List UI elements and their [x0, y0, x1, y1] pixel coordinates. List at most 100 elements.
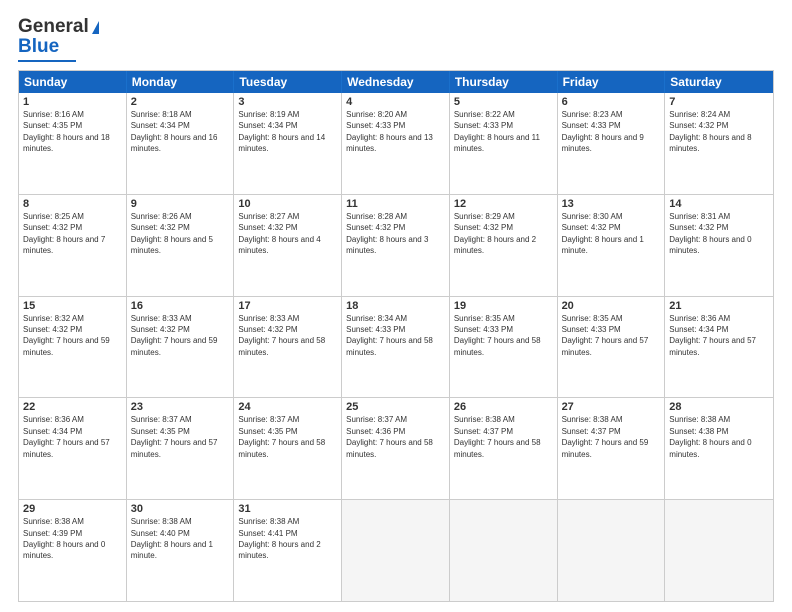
cell-text: Sunrise: 8:30 AMSunset: 4:32 PMDaylight:…	[562, 212, 644, 255]
day-header-wednesday: Wednesday	[342, 71, 450, 93]
day-number: 10	[238, 198, 337, 210]
cal-cell	[342, 500, 450, 601]
cal-cell	[450, 500, 558, 601]
calendar: SundayMondayTuesdayWednesdayThursdayFrid…	[18, 70, 774, 602]
cell-text: Sunrise: 8:33 AMSunset: 4:32 PMDaylight:…	[131, 314, 218, 357]
cal-cell: 23 Sunrise: 8:37 AMSunset: 4:35 PMDayligh…	[127, 398, 235, 499]
day-number: 6	[562, 96, 661, 108]
week-row-1: 1 Sunrise: 8:16 AMSunset: 4:35 PMDaylight…	[19, 93, 773, 194]
cell-text: Sunrise: 8:28 AMSunset: 4:32 PMDaylight:…	[346, 212, 428, 255]
cell-text: Sunrise: 8:35 AMSunset: 4:33 PMDaylight:…	[454, 314, 541, 357]
cal-cell: 29Sunrise: 8:38 AMSunset: 4:39 PMDayligh…	[19, 500, 127, 601]
cal-cell: 16 Sunrise: 8:33 AMSunset: 4:32 PMDayligh…	[127, 297, 235, 398]
cal-cell: 3 Sunrise: 8:19 AMSunset: 4:34 PMDaylight…	[234, 93, 342, 194]
cell-text: Sunrise: 8:38 AMSunset: 4:37 PMDaylight:…	[454, 415, 541, 458]
day-number: 16	[131, 300, 230, 312]
cell-text: Sunrise: 8:27 AMSunset: 4:32 PMDaylight:…	[238, 212, 320, 255]
day-number: 2	[131, 96, 230, 108]
cal-cell: 17 Sunrise: 8:33 AMSunset: 4:32 PMDayligh…	[234, 297, 342, 398]
cell-text: Sunrise: 8:38 AMSunset: 4:37 PMDaylight:…	[562, 415, 649, 458]
logo-underline	[18, 60, 76, 62]
week-row-4: 22 Sunrise: 8:36 AMSunset: 4:34 PMDayligh…	[19, 397, 773, 499]
day-number: 30	[131, 503, 230, 515]
logo-triangle-icon	[92, 21, 99, 34]
day-number: 4	[346, 96, 445, 108]
cal-cell: 21 Sunrise: 8:36 AMSunset: 4:34 PMDayligh…	[665, 297, 773, 398]
cell-text: Sunrise: 8:23 AMSunset: 4:33 PMDaylight:…	[562, 110, 644, 153]
cal-cell	[665, 500, 773, 601]
cell-text: Sunrise: 8:36 AMSunset: 4:34 PMDaylight:…	[23, 415, 110, 458]
day-number: 26	[454, 401, 553, 413]
day-number: 12	[454, 198, 553, 210]
cal-cell: 5 Sunrise: 8:22 AMSunset: 4:33 PMDaylight…	[450, 93, 558, 194]
day-number: 23	[131, 401, 230, 413]
cal-cell: 24 Sunrise: 8:37 AMSunset: 4:35 PMDayligh…	[234, 398, 342, 499]
week-row-2: 8Sunrise: 8:25 AMSunset: 4:32 PMDaylight…	[19, 194, 773, 296]
week-row-5: 29Sunrise: 8:38 AMSunset: 4:39 PMDayligh…	[19, 499, 773, 601]
cell-text: Sunrise: 8:32 AMSunset: 4:32 PMDaylight:…	[23, 314, 110, 357]
cell-text: Sunrise: 8:37 AMSunset: 4:35 PMDaylight:…	[131, 415, 218, 458]
cell-text: Sunrise: 8:31 AMSunset: 4:32 PMDaylight:…	[669, 212, 751, 255]
day-header-thursday: Thursday	[450, 71, 558, 93]
cell-text: Sunrise: 8:33 AMSunset: 4:32 PMDaylight:…	[238, 314, 325, 357]
day-number: 8	[23, 198, 122, 210]
page: General Blue SundayMondayTuesdayWednesda…	[0, 0, 792, 612]
cal-cell: 26 Sunrise: 8:38 AMSunset: 4:37 PMDayligh…	[450, 398, 558, 499]
cell-text: Sunrise: 8:36 AMSunset: 4:34 PMDaylight:…	[669, 314, 756, 357]
day-number: 31	[238, 503, 337, 515]
cell-text: Sunrise: 8:38 AMSunset: 4:41 PMDaylight:…	[238, 517, 320, 560]
cal-cell: 28 Sunrise: 8:38 AMSunset: 4:38 PMDayligh…	[665, 398, 773, 499]
day-number: 7	[669, 96, 769, 108]
cal-cell: 10 Sunrise: 8:27 AMSunset: 4:32 PMDayligh…	[234, 195, 342, 296]
day-number: 18	[346, 300, 445, 312]
cal-cell	[558, 500, 666, 601]
day-number: 5	[454, 96, 553, 108]
calendar-header: SundayMondayTuesdayWednesdayThursdayFrid…	[19, 71, 773, 93]
day-header-friday: Friday	[558, 71, 666, 93]
cell-text: Sunrise: 8:16 AMSunset: 4:35 PMDaylight:…	[23, 110, 110, 153]
cal-cell: 11Sunrise: 8:28 AMSunset: 4:32 PMDayligh…	[342, 195, 450, 296]
day-header-monday: Monday	[127, 71, 235, 93]
cell-text: Sunrise: 8:18 AMSunset: 4:34 PMDaylight:…	[131, 110, 218, 153]
cal-cell: 25Sunrise: 8:37 AMSunset: 4:36 PMDayligh…	[342, 398, 450, 499]
logo-blue: Blue	[18, 36, 59, 58]
day-number: 24	[238, 401, 337, 413]
day-number: 13	[562, 198, 661, 210]
cal-cell: 2 Sunrise: 8:18 AMSunset: 4:34 PMDaylight…	[127, 93, 235, 194]
calendar-body: 1 Sunrise: 8:16 AMSunset: 4:35 PMDaylight…	[19, 93, 773, 601]
day-number: 22	[23, 401, 122, 413]
day-number: 15	[23, 300, 122, 312]
cell-text: Sunrise: 8:22 AMSunset: 4:33 PMDaylight:…	[454, 110, 540, 153]
cal-cell: 30Sunrise: 8:38 AMSunset: 4:40 PMDayligh…	[127, 500, 235, 601]
logo: General Blue	[18, 16, 99, 62]
cal-cell: 7 Sunrise: 8:24 AMSunset: 4:32 PMDaylight…	[665, 93, 773, 194]
cal-cell: 31 Sunrise: 8:38 AMSunset: 4:41 PMDayligh…	[234, 500, 342, 601]
cell-text: Sunrise: 8:24 AMSunset: 4:32 PMDaylight:…	[669, 110, 751, 153]
day-number: 3	[238, 96, 337, 108]
day-number: 25	[346, 401, 445, 413]
day-header-tuesday: Tuesday	[234, 71, 342, 93]
cal-cell: 15 Sunrise: 8:32 AMSunset: 4:32 PMDayligh…	[19, 297, 127, 398]
day-number: 17	[238, 300, 337, 312]
logo-general: General	[18, 16, 89, 38]
day-number: 19	[454, 300, 553, 312]
day-number: 20	[562, 300, 661, 312]
cell-text: Sunrise: 8:19 AMSunset: 4:34 PMDaylight:…	[238, 110, 325, 153]
cal-cell: 20 Sunrise: 8:35 AMSunset: 4:33 PMDayligh…	[558, 297, 666, 398]
cal-cell: 6 Sunrise: 8:23 AMSunset: 4:33 PMDaylight…	[558, 93, 666, 194]
cell-text: Sunrise: 8:38 AMSunset: 4:38 PMDaylight:…	[669, 415, 751, 458]
cal-cell: 19 Sunrise: 8:35 AMSunset: 4:33 PMDayligh…	[450, 297, 558, 398]
cell-text: Sunrise: 8:20 AMSunset: 4:33 PMDaylight:…	[346, 110, 433, 153]
cal-cell: 12 Sunrise: 8:29 AMSunset: 4:32 PMDayligh…	[450, 195, 558, 296]
day-number: 9	[131, 198, 230, 210]
cell-text: Sunrise: 8:37 AMSunset: 4:35 PMDaylight:…	[238, 415, 325, 458]
cell-text: Sunrise: 8:35 AMSunset: 4:33 PMDaylight:…	[562, 314, 649, 357]
cell-text: Sunrise: 8:26 AMSunset: 4:32 PMDaylight:…	[131, 212, 213, 255]
day-number: 21	[669, 300, 769, 312]
day-number: 1	[23, 96, 122, 108]
cal-cell: 13 Sunrise: 8:30 AMSunset: 4:32 PMDayligh…	[558, 195, 666, 296]
day-number: 28	[669, 401, 769, 413]
cell-text: Sunrise: 8:29 AMSunset: 4:32 PMDaylight:…	[454, 212, 536, 255]
cal-cell: 18 Sunrise: 8:34 AMSunset: 4:33 PMDayligh…	[342, 297, 450, 398]
cell-text: Sunrise: 8:34 AMSunset: 4:33 PMDaylight:…	[346, 314, 433, 357]
